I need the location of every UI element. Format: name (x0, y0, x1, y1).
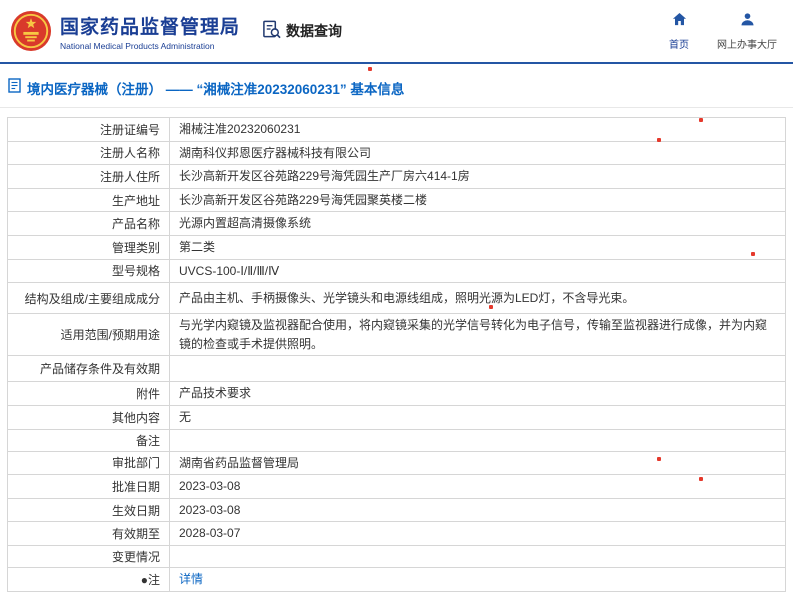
row-label: 结构及组成/主要组成成分 (7, 282, 170, 315)
row-value: 第二类 (169, 234, 786, 260)
detail-link[interactable]: 详情 (179, 572, 203, 586)
red-dot-artifact (657, 138, 661, 142)
row-value: UVCS-100-Ⅰ/Ⅱ/Ⅲ/Ⅳ (169, 258, 786, 284)
table-row: ●注 详情 (7, 566, 786, 592)
nav-home-label: 首页 (669, 39, 689, 51)
national-emblem-icon (10, 10, 52, 52)
row-label: 变更情况 (7, 544, 170, 568)
table-row: 有效期至 2028-03-07 (7, 521, 786, 546)
table-row: 变更情况 (7, 544, 786, 568)
red-dot-artifact (657, 457, 661, 461)
data-query-icon (262, 20, 281, 42)
row-value: 2023-03-08 (169, 474, 786, 499)
header: 国家药品监督管理局 National Medical Products Admi… (0, 0, 793, 62)
table-row: 附件 产品技术要求 (7, 381, 786, 406)
row-value: 详情 (169, 566, 786, 592)
data-query-tab[interactable]: 数据查询 (262, 20, 342, 42)
table-row: 结构及组成/主要组成成分 产品由主机、手柄摄像头、光学镜头和电源线组成，照明光源为… (7, 282, 786, 315)
row-label: 审批部门 (7, 450, 170, 476)
row-label: 适用范围/预期用途 (7, 313, 170, 357)
table-row: 备注 (7, 428, 786, 452)
row-value: 湖南科仪邦恩医疗器械科技有限公司 (169, 140, 786, 166)
red-dot-artifact (751, 252, 755, 256)
row-value: 湖南省药品监督管理局 (169, 450, 786, 476)
row-label: ●注 (7, 566, 170, 592)
registration-info-table: 注册证编号 湘械注准20232060231 注册人名称 湖南科仪邦恩医疗器械科技有限公… (7, 117, 786, 592)
table-row: 产品名称 光源内置超高清摄像系统 (7, 211, 786, 236)
row-label: 批准日期 (7, 474, 170, 499)
person-icon (740, 12, 755, 32)
red-dot-artifact (368, 67, 372, 71)
data-query-label: 数据查询 (286, 23, 343, 39)
row-value: 与光学内窥镜及监视器配合使用，将内窥镜采集的光学信号转化为电子信号，传输至监视器… (169, 313, 786, 357)
table-row: 批准日期 2023-03-08 (7, 474, 786, 499)
table-row: 生产地址 长沙高新开发区谷苑路229号海凭园聚英楼二楼 (7, 187, 786, 213)
table-row: 型号规格 UVCS-100-Ⅰ/Ⅱ/Ⅲ/Ⅳ (7, 258, 786, 284)
row-value: 产品由主机、手柄摄像头、光学镜头和电源线组成，照明光源为LED灯，不含导光束。 (169, 282, 786, 315)
document-icon (8, 78, 21, 98)
red-dot-artifact (699, 118, 703, 122)
nav-service-hall-label: 网上办事大厅 (717, 39, 777, 51)
red-dot-artifact (699, 477, 703, 481)
row-label: 型号规格 (7, 258, 170, 284)
row-label: 备注 (7, 428, 170, 452)
table-row: 注册人住所 长沙高新开发区谷苑路229号海凭园生产厂房六414-1房 (7, 164, 786, 189)
row-label: 产品名称 (7, 211, 170, 236)
row-label: 其他内容 (7, 404, 170, 430)
table-row: 管理类别 第二类 (7, 234, 786, 260)
agency-title-cn: 国家药品监督管理局 (60, 16, 241, 38)
row-label: 附件 (7, 381, 170, 406)
table-row: 注册人名称 湖南科仪邦恩医疗器械科技有限公司 (7, 140, 786, 166)
home-icon (672, 12, 687, 32)
brand-text: 国家药品监督管理局 National Medical Products Admi… (60, 12, 240, 51)
row-value: 2028-03-07 (169, 521, 786, 546)
nav-service-hall[interactable]: 网上办事大厅 (717, 12, 777, 51)
row-value: 长沙高新开发区谷苑路229号海凭园生产厂房六414-1房 (169, 164, 786, 189)
row-value (169, 544, 786, 568)
agency-title-en: National Medical Products Administration (60, 40, 215, 51)
row-value: 无 (169, 404, 786, 430)
row-label: 管理类别 (7, 234, 170, 260)
nav-home[interactable]: 首页 (669, 12, 689, 51)
row-label: 注册证编号 (7, 117, 170, 142)
row-value: 2023-03-08 (169, 497, 786, 523)
table-row: 审批部门 湖南省药品监督管理局 (7, 450, 786, 476)
row-value (169, 355, 786, 383)
red-dot-artifact (489, 305, 493, 309)
row-label: 注册人名称 (7, 140, 170, 166)
section-title-bar: 境内医疗器械（注册） —— “湘械注准20232060231” 基本信息 (0, 64, 793, 108)
brand-logo-link[interactable]: 国家药品监督管理局 National Medical Products Admi… (10, 10, 240, 52)
table-row: 生效日期 2023-03-08 (7, 497, 786, 523)
table-row: 注册证编号 湘械注准20232060231 (7, 117, 786, 142)
row-label: 注册人住所 (7, 164, 170, 189)
row-value: 湘械注准20232060231 (169, 117, 786, 142)
row-value: 光源内置超高清摄像系统 (169, 211, 786, 236)
row-label: 有效期至 (7, 521, 170, 546)
table-row: 适用范围/预期用途 与光学内窥镜及监视器配合使用，将内窥镜采集的光学信号转化为电子… (7, 313, 786, 357)
table-row: 产品储存条件及有效期 (7, 355, 786, 383)
top-nav: 首页 网上办事大厅 (669, 12, 777, 51)
row-label: 生效日期 (7, 497, 170, 523)
row-label: 产品储存条件及有效期 (7, 355, 170, 383)
row-value (169, 428, 786, 452)
table-row: 其他内容无 (7, 404, 786, 430)
row-label: 生产地址 (7, 187, 170, 213)
row-value: 产品技术要求 (169, 381, 786, 406)
section-title: 境内医疗器械（注册） —— “湘械注准20232060231” 基本信息 (27, 82, 405, 97)
row-value: 长沙高新开发区谷苑路229号海凭园聚英楼二楼 (169, 187, 786, 213)
